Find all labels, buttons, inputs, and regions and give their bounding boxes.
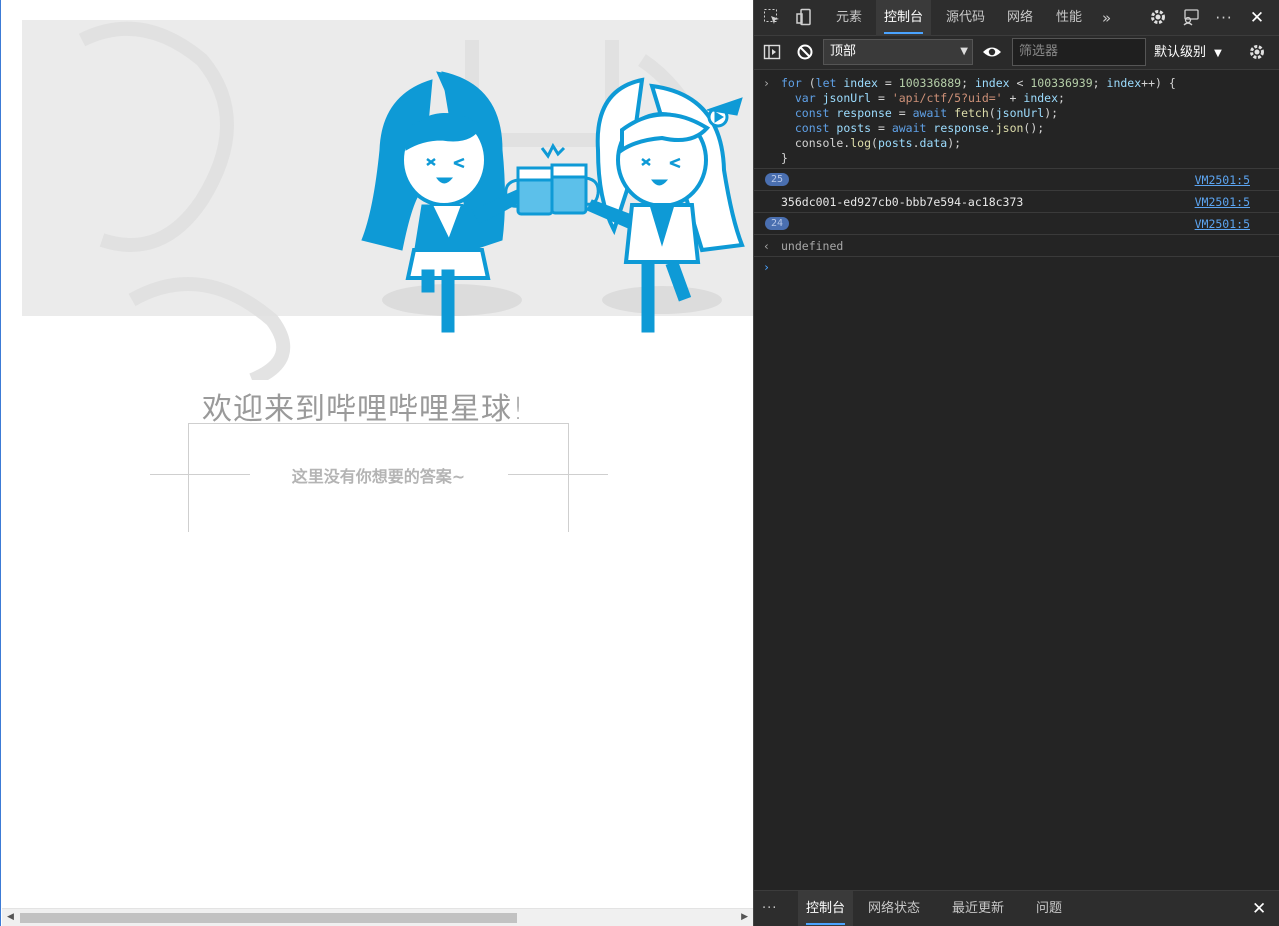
tab-network[interactable]: 网络 (999, 0, 1041, 36)
scrollbar-thumb[interactable] (20, 913, 517, 923)
result-arrow-icon: ‹ (763, 239, 770, 253)
repeat-count-badge: 25 (765, 173, 790, 186)
source-link[interactable]: VM2501:5 (1195, 195, 1250, 209)
console-input-entry: › for (let index = 100336889; index < 10… (754, 70, 1279, 169)
scroll-right-icon[interactable]: ▶ (741, 912, 748, 922)
inspect-icon[interactable] (762, 8, 782, 28)
code-line: var jsonUrl = 'api/ctf/5?uid=' + index; (794, 91, 1065, 105)
welcome-heading: 欢迎来到哔哩哔哩星球! (202, 392, 526, 427)
log-level-value: 默认级别 (1154, 45, 1207, 60)
mascot-illustration (78, 21, 745, 380)
code-line: const response = await fetch(jsonUrl); (794, 106, 1059, 120)
clear-icon[interactable] (795, 43, 815, 63)
filter-input[interactable]: 筛选器 (1012, 38, 1146, 66)
console-log-row: 356dc001-ed927cb0-bbb7e594-ac18c373 VM25… (754, 191, 1279, 213)
scroll-left-icon[interactable]: ◀ (7, 912, 14, 922)
prompt-icon: › (763, 76, 770, 90)
drawer-tab-network-conditions[interactable]: 网络状态 (860, 891, 928, 926)
prompt-icon: › (763, 260, 770, 274)
log-level-select[interactable]: 默认级别 ▼ (1154, 36, 1222, 70)
console-toolbar: 顶部 ▼ 筛选器 默认级别 ▼ (754, 36, 1279, 70)
device-icon[interactable] (794, 8, 814, 28)
chevron-down-icon: ▼ (1214, 48, 1222, 59)
console-log-row: 25 VM2501:5 (754, 169, 1279, 191)
log-message: 356dc001-ed927cb0-bbb7e594-ac18c373 (781, 195, 1024, 209)
source-link[interactable]: VM2501:5 (1195, 173, 1250, 187)
drawer-more-icon[interactable]: ··· (754, 891, 785, 926)
code-line: const posts = await response.json(); (794, 121, 1045, 135)
tab-performance[interactable]: 性能 (1048, 0, 1090, 36)
drawer-tab-whats-new[interactable]: 最近更新 (944, 891, 1012, 926)
console-settings-icon[interactable] (1247, 43, 1267, 63)
console-prompt[interactable]: › (754, 257, 1279, 279)
tab-elements[interactable]: 元素 (828, 0, 870, 36)
repeat-count-badge: 24 (765, 217, 790, 230)
more-icon[interactable]: ··· (1214, 8, 1234, 28)
web-page: 欢迎来到哔哩哔哩星球! 这里没有你想要的答案~ ◀ ▶ (2, 0, 753, 926)
horizontal-scrollbar[interactable]: ◀ ▶ (2, 908, 753, 926)
chevron-down-icon: ▼ (960, 46, 968, 57)
tab-console[interactable]: 控制台 (876, 0, 932, 36)
drawer-tab-console[interactable]: 控制台 (798, 891, 854, 926)
devtools-tabbar: 元素 控制台 源代码 网络 性能 » ··· ✕ (754, 0, 1279, 36)
console-log-row: 24 VM2501:5 (754, 213, 1279, 235)
sidebar-icon[interactable] (762, 43, 782, 63)
console-output[interactable]: › for (let index = 100336889; index < 10… (754, 70, 1279, 890)
close-icon[interactable]: ✕ (1247, 8, 1267, 28)
drawer-tab-issues[interactable]: 问题 (1028, 891, 1070, 926)
context-select[interactable]: 顶部 ▼ (823, 39, 973, 65)
tab-sources[interactable]: 源代码 (938, 0, 993, 36)
more-tabs-button[interactable]: » (1094, 0, 1119, 36)
answer-text: 这里没有你想要的答案~ (291, 467, 466, 486)
eye-icon[interactable] (982, 43, 1002, 63)
result-value: undefined (781, 239, 844, 253)
drawer-tabbar: ··· 控制台 网络状态 最近更新 问题 ✕ (754, 890, 1279, 926)
code-line: console.log(posts.data); (781, 136, 962, 150)
code-line: for (let index = 100336889; index < 1003… (781, 76, 1176, 90)
drawer-close-icon[interactable]: ✕ (1244, 891, 1274, 926)
feedback-icon[interactable] (1181, 8, 1201, 28)
console-result-row: ‹ undefined (754, 235, 1279, 257)
source-link[interactable]: VM2501:5 (1195, 217, 1250, 231)
settings-icon[interactable] (1148, 8, 1168, 28)
window: 欢迎来到哔哩哔哩星球! 这里没有你想要的答案~ ◀ ▶ 元素 控制台 源代码 网… (0, 0, 1279, 926)
code-line: } (781, 151, 788, 165)
devtools-panel: 元素 控制台 源代码 网络 性能 » ··· ✕ 顶部 ▼ 筛选器 默认级别 ▼… (753, 0, 1279, 926)
context-value: 顶部 (830, 44, 857, 59)
